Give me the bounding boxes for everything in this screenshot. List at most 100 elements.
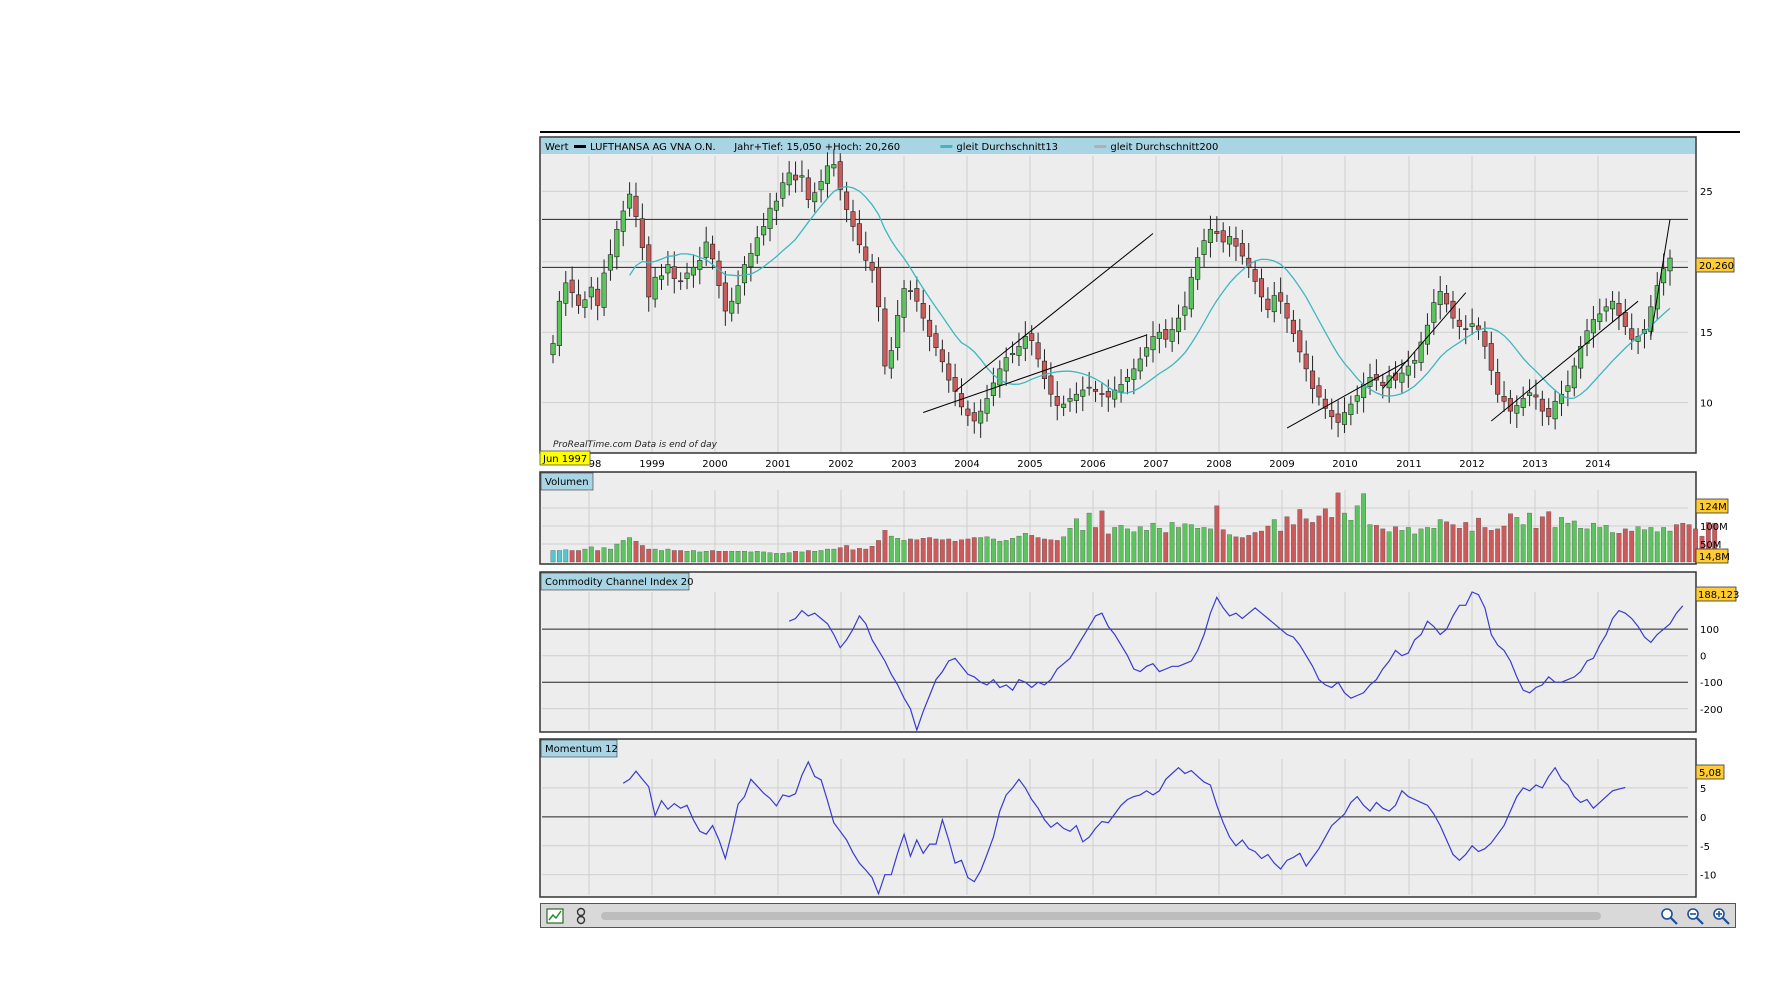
volume-bar [876,540,881,563]
volume-bar [722,551,728,563]
volume-bar [754,551,760,563]
volume-bar [1105,533,1111,563]
volume-bar [1182,523,1188,563]
volume-bar [1661,527,1667,563]
volume-bar [1673,524,1679,563]
volume-bar [1156,528,1162,563]
volume-bar [869,546,875,563]
volume-bar [1501,525,1507,563]
volume-bar [831,548,837,563]
candle [1310,370,1316,389]
candle [658,275,665,280]
candle [582,299,588,308]
price-x-tick: 2002 [828,459,853,470]
volume-bar [844,545,849,563]
candle [1073,393,1079,401]
volume-bar [1252,532,1258,563]
volume-bar [1495,528,1501,563]
candle [1144,347,1150,357]
cci-last-label: 188,123 [1698,590,1739,601]
volume-bar [569,550,575,563]
volume-bar [1342,512,1347,563]
candle [780,182,786,199]
candle [1597,313,1603,322]
volume-bar [716,551,722,563]
candle [850,211,856,227]
candle [556,300,562,346]
volume-bar [1642,529,1647,563]
candle [1284,302,1290,319]
candle [1214,231,1220,234]
candle [1131,368,1137,380]
candle [997,368,1003,386]
candle [1380,381,1386,387]
volume-bar [633,540,639,563]
volume-bar [582,548,588,563]
candle [1610,300,1616,310]
cci-panel: Commodity Channel Index 20 -200-1000100 … [539,571,1739,733]
volume-bar [1112,527,1118,563]
volume-bar [908,538,913,563]
volume-bar [1163,532,1169,563]
volume-bar [1284,516,1290,563]
candle [1182,306,1188,316]
candle [831,164,837,169]
candle [812,192,818,203]
candle [1105,391,1111,398]
candle [927,319,933,337]
price-x-tick: 2012 [1459,459,1484,470]
volume-bar [1048,539,1054,563]
volume-bar [920,538,926,563]
volume-bar [1412,533,1418,563]
momentum-last-label: 5,08 [1699,768,1721,779]
candle [1163,329,1169,340]
candle [1124,376,1130,382]
candle [1252,269,1258,282]
candle [1622,312,1628,327]
price-panel: Wert LUFTHANSA AG VNA O.N. Jahr+Tief: 15,… [539,136,1735,470]
candle [1169,329,1175,342]
candle [844,191,850,210]
candle [1469,323,1475,327]
legend-swatch [1094,145,1107,148]
zoom-in-icon[interactable] [1711,906,1731,926]
volume-bar [1003,540,1009,563]
candle [1565,385,1571,392]
chart-settings-icon[interactable] [545,906,565,926]
volume-bar [1042,538,1047,563]
volume-bar [939,539,945,563]
volume-bar [1035,537,1041,563]
volume-bar [1246,535,1252,563]
time-scrollbar[interactable] [601,912,1601,920]
candle [1437,291,1443,306]
cci-y-tick: 100 [1700,625,1719,636]
indicator-icon[interactable] [571,906,591,926]
candle [1035,342,1041,360]
candle [1297,330,1303,353]
candle [1195,257,1201,280]
volume-bar [1546,511,1552,563]
candle [1201,240,1207,255]
candle [1086,386,1092,389]
candle [684,272,690,279]
candle [978,410,984,424]
candle [1258,278,1265,298]
legend-label: LUFTHANSA AG VNA O.N. [590,142,716,153]
candle [1067,398,1073,402]
volume-bar [1393,526,1398,563]
volume-bar [1316,515,1322,563]
zoom-fit-icon[interactable] [1659,906,1679,926]
volume-bar [863,548,869,563]
candle [863,246,869,261]
volume-bar [1348,520,1354,563]
candle [990,382,996,396]
volume-bar [1380,528,1386,563]
volume-bar [1539,516,1545,563]
candle [1603,306,1609,312]
price-y-tick: 15 [1700,328,1713,339]
candle [1629,328,1635,340]
zoom-out-icon[interactable] [1685,906,1705,926]
candle [697,260,703,270]
volume-bar [1125,528,1130,563]
volume-bar [703,551,709,563]
